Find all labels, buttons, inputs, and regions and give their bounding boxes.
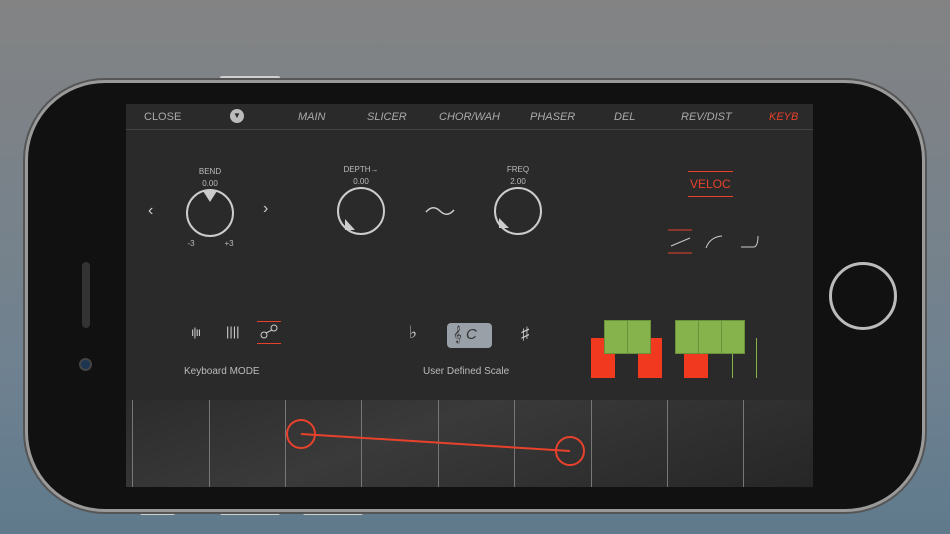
tab-phaser[interactable]: PHASER — [530, 111, 575, 123]
chevron-right-icon[interactable]: › — [263, 200, 268, 218]
flat-button[interactable]: ♭ — [409, 323, 417, 343]
chevron-left-icon[interactable]: ‹ — [148, 202, 153, 220]
scale-key-button[interactable]: 𝄞 C — [447, 323, 492, 348]
tab-main[interactable]: MAIN — [298, 111, 326, 123]
scale-key-on — [721, 320, 745, 354]
scale-label: User Defined Scale — [423, 366, 510, 377]
freq-label: FREQ — [506, 165, 530, 174]
velocity-curve-selector[interactable] — [666, 228, 766, 256]
scale-key-on — [732, 354, 733, 378]
close-button[interactable]: CLOSE — [144, 111, 181, 123]
tab-del[interactable]: DEL — [614, 111, 635, 123]
bend-knob[interactable] — [186, 189, 234, 237]
bend-label: BEND — [198, 167, 222, 176]
scale-key-on — [604, 320, 628, 354]
depth-knob[interactable] — [337, 187, 385, 235]
depth-value: 0.00 — [353, 177, 369, 186]
glide-keyboard[interactable] — [126, 400, 813, 487]
freq-knob[interactable] — [494, 187, 542, 235]
bend-value: 0.00 — [202, 179, 218, 188]
scale-key-on — [627, 320, 651, 354]
exp-curve-icon — [741, 235, 759, 248]
sharp-button[interactable]: ♯ — [521, 324, 530, 344]
tab-keyb[interactable]: KEYB — [769, 111, 798, 123]
scale-key-on — [756, 338, 757, 378]
keyboard-mode-piano-icon[interactable]: ı|ıı — [191, 325, 201, 339]
log-curve-icon — [705, 235, 723, 249]
depth-label: DEPTH→ — [343, 165, 379, 174]
scale-key: C — [466, 326, 477, 343]
speaker — [82, 262, 90, 328]
tab-rev-dist[interactable]: REV/DIST — [681, 111, 732, 123]
sine-wave-icon[interactable] — [424, 204, 456, 218]
keyboard-mode-label: Keyboard MODE — [184, 366, 260, 377]
glide-icon — [260, 324, 278, 339]
linear-curve-icon — [670, 237, 691, 247]
treble-clef-icon: 𝄞 — [453, 326, 462, 343]
bend-max: +3 — [224, 239, 234, 248]
scale-key-on — [675, 320, 699, 354]
freq-value: 2.00 — [510, 177, 526, 186]
nav-bar: CLOSE ▼ MAIN SLICER CHOR/WAH PHASER DEL … — [126, 104, 813, 130]
home-button[interactable] — [829, 262, 897, 330]
app-screen: CLOSE ▼ MAIN SLICER CHOR/WAH PHASER DEL … — [126, 104, 813, 487]
glide-path[interactable] — [126, 400, 813, 487]
veloc-button[interactable]: VELOC — [688, 171, 733, 197]
keyboard-mode-glide-button[interactable] — [257, 321, 281, 344]
tab-slicer[interactable]: SLICER — [367, 111, 407, 123]
tab-chor-wah[interactable]: CHOR/WAH — [439, 111, 500, 123]
scale-key-on — [698, 320, 722, 354]
dropdown-icon[interactable]: ▼ — [230, 109, 244, 123]
camera — [79, 358, 92, 371]
keyboard-mode-strips-icon[interactable]: |||| — [226, 324, 240, 339]
